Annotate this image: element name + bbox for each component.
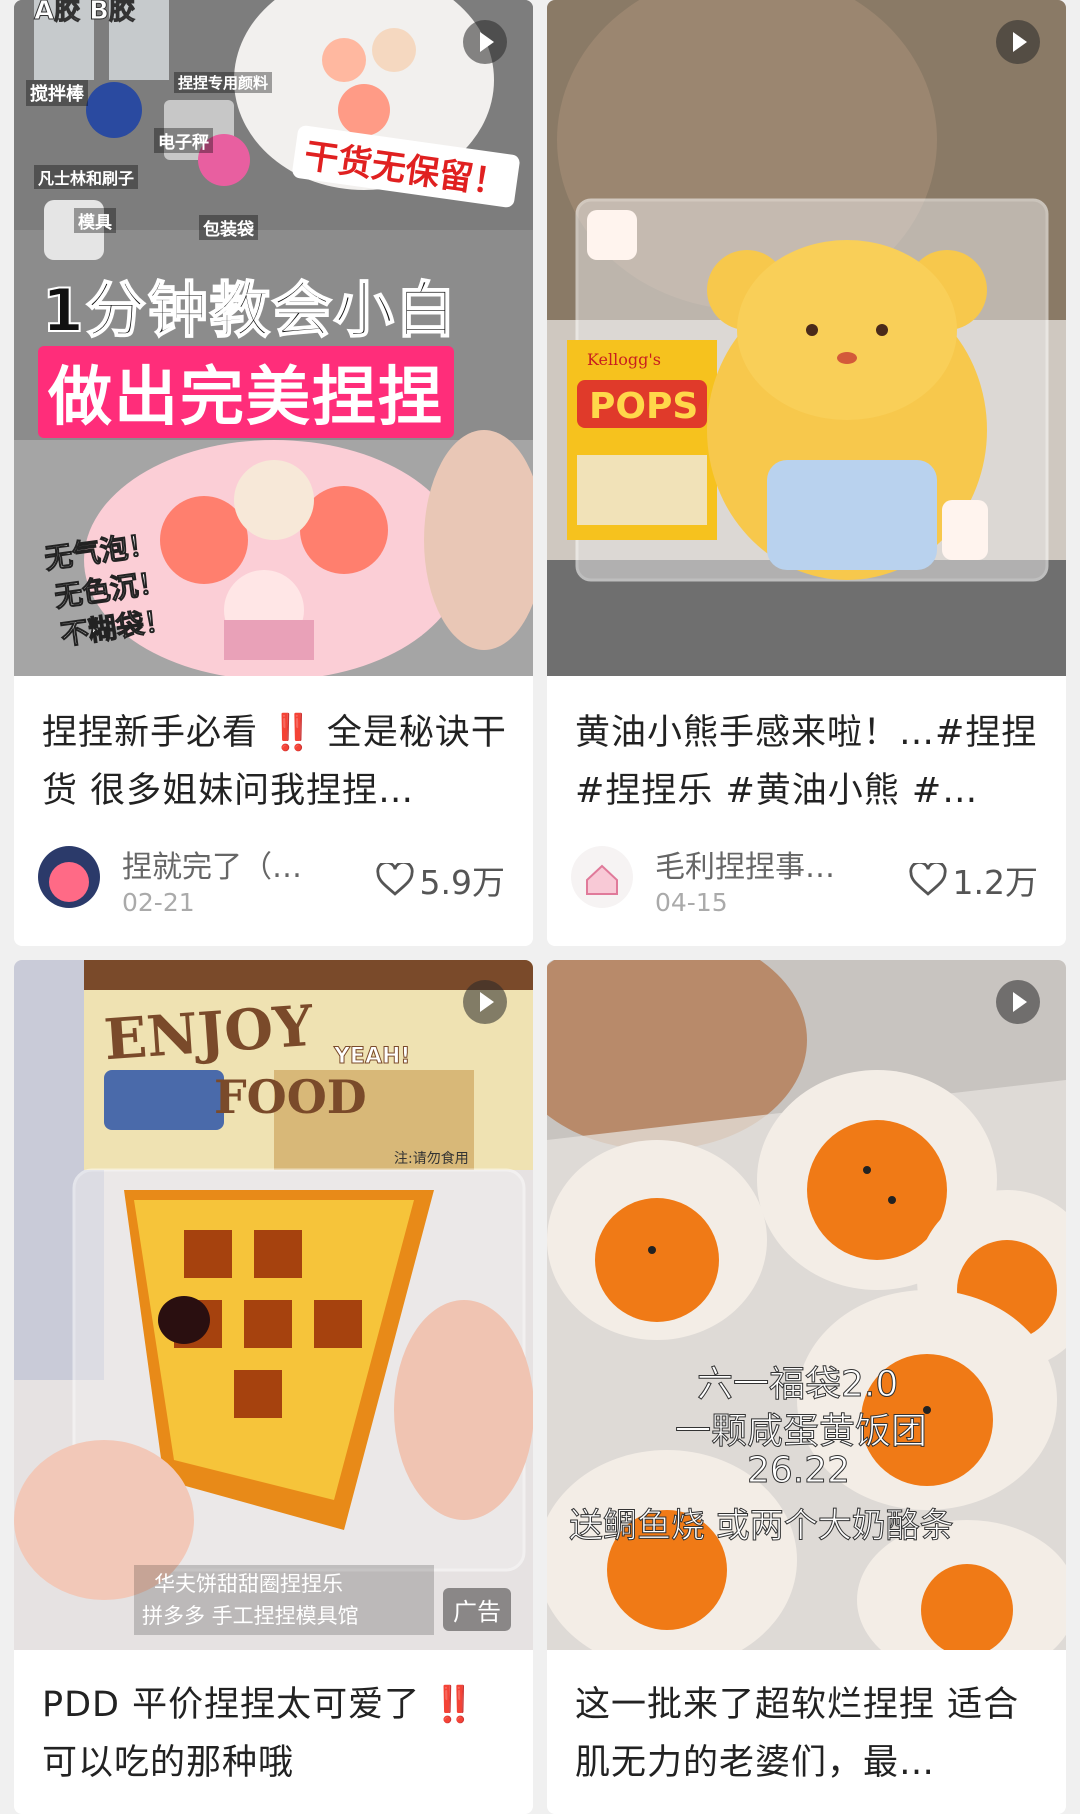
label-mold: 模具 bbox=[74, 208, 116, 233]
label-stir-stick: 搅拌棒 bbox=[26, 80, 88, 106]
post-thumbnail[interactable]: ENJOY FOOD YEAH! 注:请勿食用 华夫饼甜甜圈捏捏乐 拼多多 手工… bbox=[14, 960, 533, 1650]
play-icon[interactable] bbox=[996, 20, 1040, 64]
post-card-3[interactable]: ENJOY FOOD YEAH! 注:请勿食用 华夫饼甜甜圈捏捏乐 拼多多 手工… bbox=[14, 960, 533, 1814]
author-name[interactable]: 毛利捏捏事… bbox=[655, 842, 835, 886]
yeah-text: YEAH! bbox=[333, 1044, 411, 1070]
post-title[interactable]: PDD 平价捏捏太可爱了 ‼️ 可以吃的那种哦 bbox=[42, 1676, 509, 1792]
like-count: 1.2万 bbox=[952, 863, 1038, 902]
thumbnail-image: POPS Kellogg's bbox=[547, 0, 1066, 676]
label-vaseline: 凡士林和刷子 bbox=[34, 165, 139, 189]
post-card-2[interactable]: POPS Kellogg's 黄油小熊手感来啦！…#捏捏 #捏捏乐 #黄油小熊 … bbox=[547, 0, 1066, 946]
like-button[interactable]: 5.9万 bbox=[375, 856, 505, 904]
overlay-line-1: 六一福袋2.0 bbox=[696, 1364, 899, 1406]
headline-1: 1分钟教会小白 bbox=[41, 275, 458, 347]
post-title[interactable]: 黄油小熊手感来啦！…#捏捏 #捏捏乐 #黄油小熊 #… bbox=[575, 704, 1042, 820]
play-icon[interactable] bbox=[463, 980, 507, 1024]
avatar[interactable] bbox=[38, 846, 100, 908]
post-thumbnail[interactable]: POPS Kellogg's bbox=[547, 0, 1066, 676]
play-icon[interactable] bbox=[996, 980, 1040, 1024]
heart-icon bbox=[375, 863, 414, 896]
post-date: 02-21 bbox=[122, 888, 195, 917]
food-text: FOOD bbox=[214, 1070, 367, 1124]
like-button[interactable]: 1.2万 bbox=[908, 856, 1038, 904]
heart-icon bbox=[908, 863, 947, 896]
label-pigment: 捏捏专用颜料 bbox=[174, 72, 273, 93]
label-scale: 电子秤 bbox=[154, 128, 213, 153]
post-card-4[interactable]: 六一福袋2.0 一颗咸蛋黄饭团 26.22 送鲷鱼烧 或两个大奶酪条 这一批来了… bbox=[547, 960, 1066, 1814]
note-text: 注:请勿食用 bbox=[394, 1151, 469, 1167]
thumbnail-image bbox=[14, 960, 533, 1650]
label-bag: 包装袋 bbox=[199, 215, 258, 240]
post-card-1[interactable]: A胶 B胶 搅拌棒 捏捏专用颜料 电子秤 凡士林和刷子 模具 包装袋 干货无保留… bbox=[14, 0, 533, 946]
play-icon[interactable] bbox=[463, 20, 507, 64]
caption-line-1: 华夫饼甜甜圈捏捏乐 bbox=[154, 1572, 343, 1596]
overlay-line-4: 送鲷鱼烧 或两个大奶酪条 bbox=[569, 1506, 955, 1547]
overlay-line-3: 26.22 bbox=[746, 1450, 851, 1492]
box-text: POPS bbox=[589, 386, 698, 427]
post-meta: 毛利捏捏事… 04-15 1.2万 bbox=[571, 846, 1042, 917]
post-date: 04-15 bbox=[655, 888, 728, 917]
headline-2: 做出完美捏捏 bbox=[38, 346, 454, 438]
svg-text:Kellogg's: Kellogg's bbox=[587, 350, 661, 369]
post-title[interactable]: 捏捏新手必看 ‼️ 全是秘诀干货 很多姐妹问我捏捏… bbox=[42, 704, 509, 820]
avatar[interactable] bbox=[571, 846, 633, 908]
ab-glue-label: A胶 B胶 bbox=[34, 0, 136, 27]
ad-badge: 广告 bbox=[443, 1588, 511, 1631]
author-name[interactable]: 捏就完了（… bbox=[122, 842, 302, 886]
overlay-line-2: 一颗咸蛋黄饭团 bbox=[674, 1411, 928, 1453]
like-count: 5.9万 bbox=[419, 863, 505, 902]
post-thumbnail[interactable]: 六一福袋2.0 一颗咸蛋黄饭团 26.22 送鲷鱼烧 或两个大奶酪条 bbox=[547, 960, 1066, 1650]
post-meta: 捏就完了（… 02-21 5.9万 bbox=[38, 846, 509, 917]
post-title[interactable]: 这一批来了超软烂捏捏 适合肌无力的老婆们，最… bbox=[575, 1676, 1042, 1792]
caption-line-2: 拼多多 手工捏捏模具馆 bbox=[142, 1604, 359, 1628]
post-thumbnail[interactable]: A胶 B胶 搅拌棒 捏捏专用颜料 电子秤 凡士林和刷子 模具 包装袋 干货无保留… bbox=[14, 0, 533, 676]
